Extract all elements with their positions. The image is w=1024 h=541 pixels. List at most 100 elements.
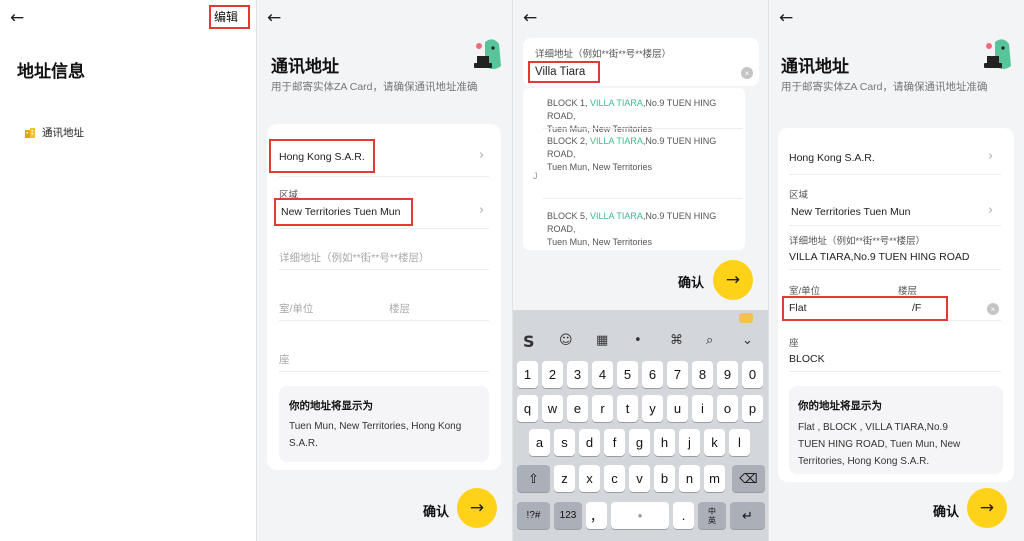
chevron-right-icon[interactable]: › <box>479 148 484 163</box>
key-d[interactable]: d <box>579 429 600 456</box>
confirm-label[interactable]: 确认 <box>423 501 449 520</box>
key-m[interactable]: m <box>704 465 725 492</box>
clear-icon[interactable]: × <box>741 67 753 79</box>
key-3[interactable]: 3 <box>567 361 588 388</box>
chevron-right-icon[interactable]: › <box>988 203 993 218</box>
chevron-right-icon[interactable]: › <box>479 203 484 218</box>
comma-key[interactable]: ， <box>586 502 607 529</box>
field-divider <box>279 269 489 270</box>
preview-line-2: S.A.R. <box>289 438 318 449</box>
language-switch-key[interactable]: 中 英 <box>698 502 726 529</box>
suggestion-prefix: BLOCK 2, <box>547 136 591 146</box>
key-t[interactable]: t <box>617 395 638 422</box>
backspace-key[interactable]: ⌫ <box>732 465 765 492</box>
suggestion-item[interactable]: BLOCK 1, VILLA TIARA,No.9 TUEN HING ROAD… <box>547 97 745 136</box>
settings-icon[interactable]: ⌘ <box>670 333 683 348</box>
key-j[interactable]: j <box>679 429 700 456</box>
key-z[interactable]: z <box>554 465 575 492</box>
key-e[interactable]: e <box>567 395 588 422</box>
block-input[interactable]: 座 <box>279 352 290 367</box>
enter-key[interactable]: ↵ <box>730 502 765 529</box>
key-7[interactable]: 7 <box>667 361 688 388</box>
keyboard-logo-icon[interactable]: S <box>523 332 535 351</box>
partial-item-marker: J <box>533 171 538 181</box>
key-f[interactable]: f <box>604 429 625 456</box>
key-6[interactable]: 6 <box>642 361 663 388</box>
shift-key[interactable]: ⇧ <box>517 465 550 492</box>
microphone-icon[interactable]: • <box>634 333 642 348</box>
key-a[interactable]: a <box>529 429 550 456</box>
symbols-key[interactable]: !?# <box>517 502 550 529</box>
arrow-right-icon: → <box>469 498 485 518</box>
country-value[interactable]: Hong Kong S.A.R. <box>789 152 875 164</box>
key-r[interactable]: r <box>592 395 613 422</box>
field-divider <box>789 174 1001 175</box>
key-n[interactable]: n <box>679 465 700 492</box>
emoji-icon[interactable]: ☺ <box>559 333 573 348</box>
back-arrow-icon[interactable]: ← <box>523 8 537 28</box>
address-info-screen: ← 编辑 地址信息 通讯地址 <box>0 0 257 541</box>
confirm-arrow-button[interactable]: → <box>713 260 753 300</box>
key-2[interactable]: 2 <box>542 361 563 388</box>
detail-address-label: 详细地址（例如**街**号**楼层） <box>789 236 926 247</box>
mascot-illustration <box>984 39 1011 69</box>
key-k[interactable]: k <box>704 429 725 456</box>
suggestion-item[interactable]: BLOCK 5, VILLA TIARA,No.9 TUEN HING ROAD… <box>547 210 745 249</box>
suggestion-prefix: BLOCK 1, <box>547 98 591 108</box>
key-p[interactable]: p <box>742 395 763 422</box>
region-label: 区域 <box>789 190 809 201</box>
key-i[interactable]: i <box>692 395 713 422</box>
chevron-right-icon[interactable]: › <box>988 149 993 164</box>
suggestion-line-2: Tuen Mun, New Territories <box>547 162 653 172</box>
period-key[interactable]: . <box>673 502 694 529</box>
key-v[interactable]: v <box>629 465 650 492</box>
confirm-label[interactable]: 确认 <box>678 272 704 291</box>
field-divider <box>279 371 489 372</box>
address-item-label: 通讯地址 <box>42 127 84 139</box>
key-w[interactable]: w <box>542 395 563 422</box>
space-key[interactable]: • <box>611 502 669 529</box>
clipboard-icon[interactable]: ▦ <box>596 333 608 348</box>
region-value[interactable]: New Territories Tuen Mun <box>791 206 910 218</box>
key-x[interactable]: x <box>579 465 600 492</box>
detail-address-input[interactable]: VILLA TIARA,No.9 TUEN HING ROAD <box>789 251 970 263</box>
key-l[interactable]: l <box>729 429 750 456</box>
key-b[interactable]: b <box>654 465 675 492</box>
key-5[interactable]: 5 <box>617 361 638 388</box>
floor-input[interactable]: 楼层 <box>389 301 410 316</box>
preview-title: 你的地址将显示为 <box>289 400 373 412</box>
room-input[interactable]: 室/单位 <box>279 301 313 316</box>
field-divider <box>279 228 489 229</box>
key-q[interactable]: q <box>517 395 538 422</box>
key-s[interactable]: s <box>554 429 575 456</box>
address-form-card: Hong Kong S.A.R. › 区域 New Territories Tu… <box>267 124 501 470</box>
suggestion-item[interactable]: BLOCK 2, VILLA TIARA,No.9 TUEN HING ROAD… <box>547 135 745 174</box>
back-arrow-icon[interactable]: ← <box>10 8 24 28</box>
key-h[interactable]: h <box>654 429 675 456</box>
suggestion-divider <box>543 128 743 129</box>
detail-address-input[interactable]: 详细地址（例如**街**号**楼层） <box>279 250 430 265</box>
confirm-arrow-button[interactable]: → <box>967 488 1007 528</box>
confirm-label[interactable]: 确认 <box>933 501 959 520</box>
key-8[interactable]: 8 <box>692 361 713 388</box>
preview-line-1: Tuen Mun, New Territories, Hong Kong <box>289 421 462 432</box>
address-list-item[interactable]: 通讯地址 <box>24 125 84 140</box>
back-arrow-icon[interactable]: ← <box>267 8 281 28</box>
key-o[interactable]: o <box>717 395 738 422</box>
key-1[interactable]: 1 <box>517 361 538 388</box>
search-icon[interactable]: ⌕ <box>706 333 713 348</box>
collapse-keyboard-icon[interactable]: ⌄ <box>742 333 753 348</box>
clear-icon[interactable]: × <box>987 303 999 315</box>
back-arrow-icon[interactable]: ← <box>779 8 793 28</box>
key-y[interactable]: y <box>642 395 663 422</box>
page-subtitle: 用于邮寄实体ZA Card，请确保通讯地址准确 <box>781 81 988 93</box>
key-9[interactable]: 9 <box>717 361 738 388</box>
key-0[interactable]: 0 <box>742 361 763 388</box>
block-input[interactable]: BLOCK <box>789 353 825 365</box>
key-u[interactable]: u <box>667 395 688 422</box>
confirm-arrow-button[interactable]: → <box>457 488 497 528</box>
key-c[interactable]: c <box>604 465 625 492</box>
numeric-key[interactable]: 123 <box>554 502 582 529</box>
key-4[interactable]: 4 <box>592 361 613 388</box>
key-g[interactable]: g <box>629 429 650 456</box>
